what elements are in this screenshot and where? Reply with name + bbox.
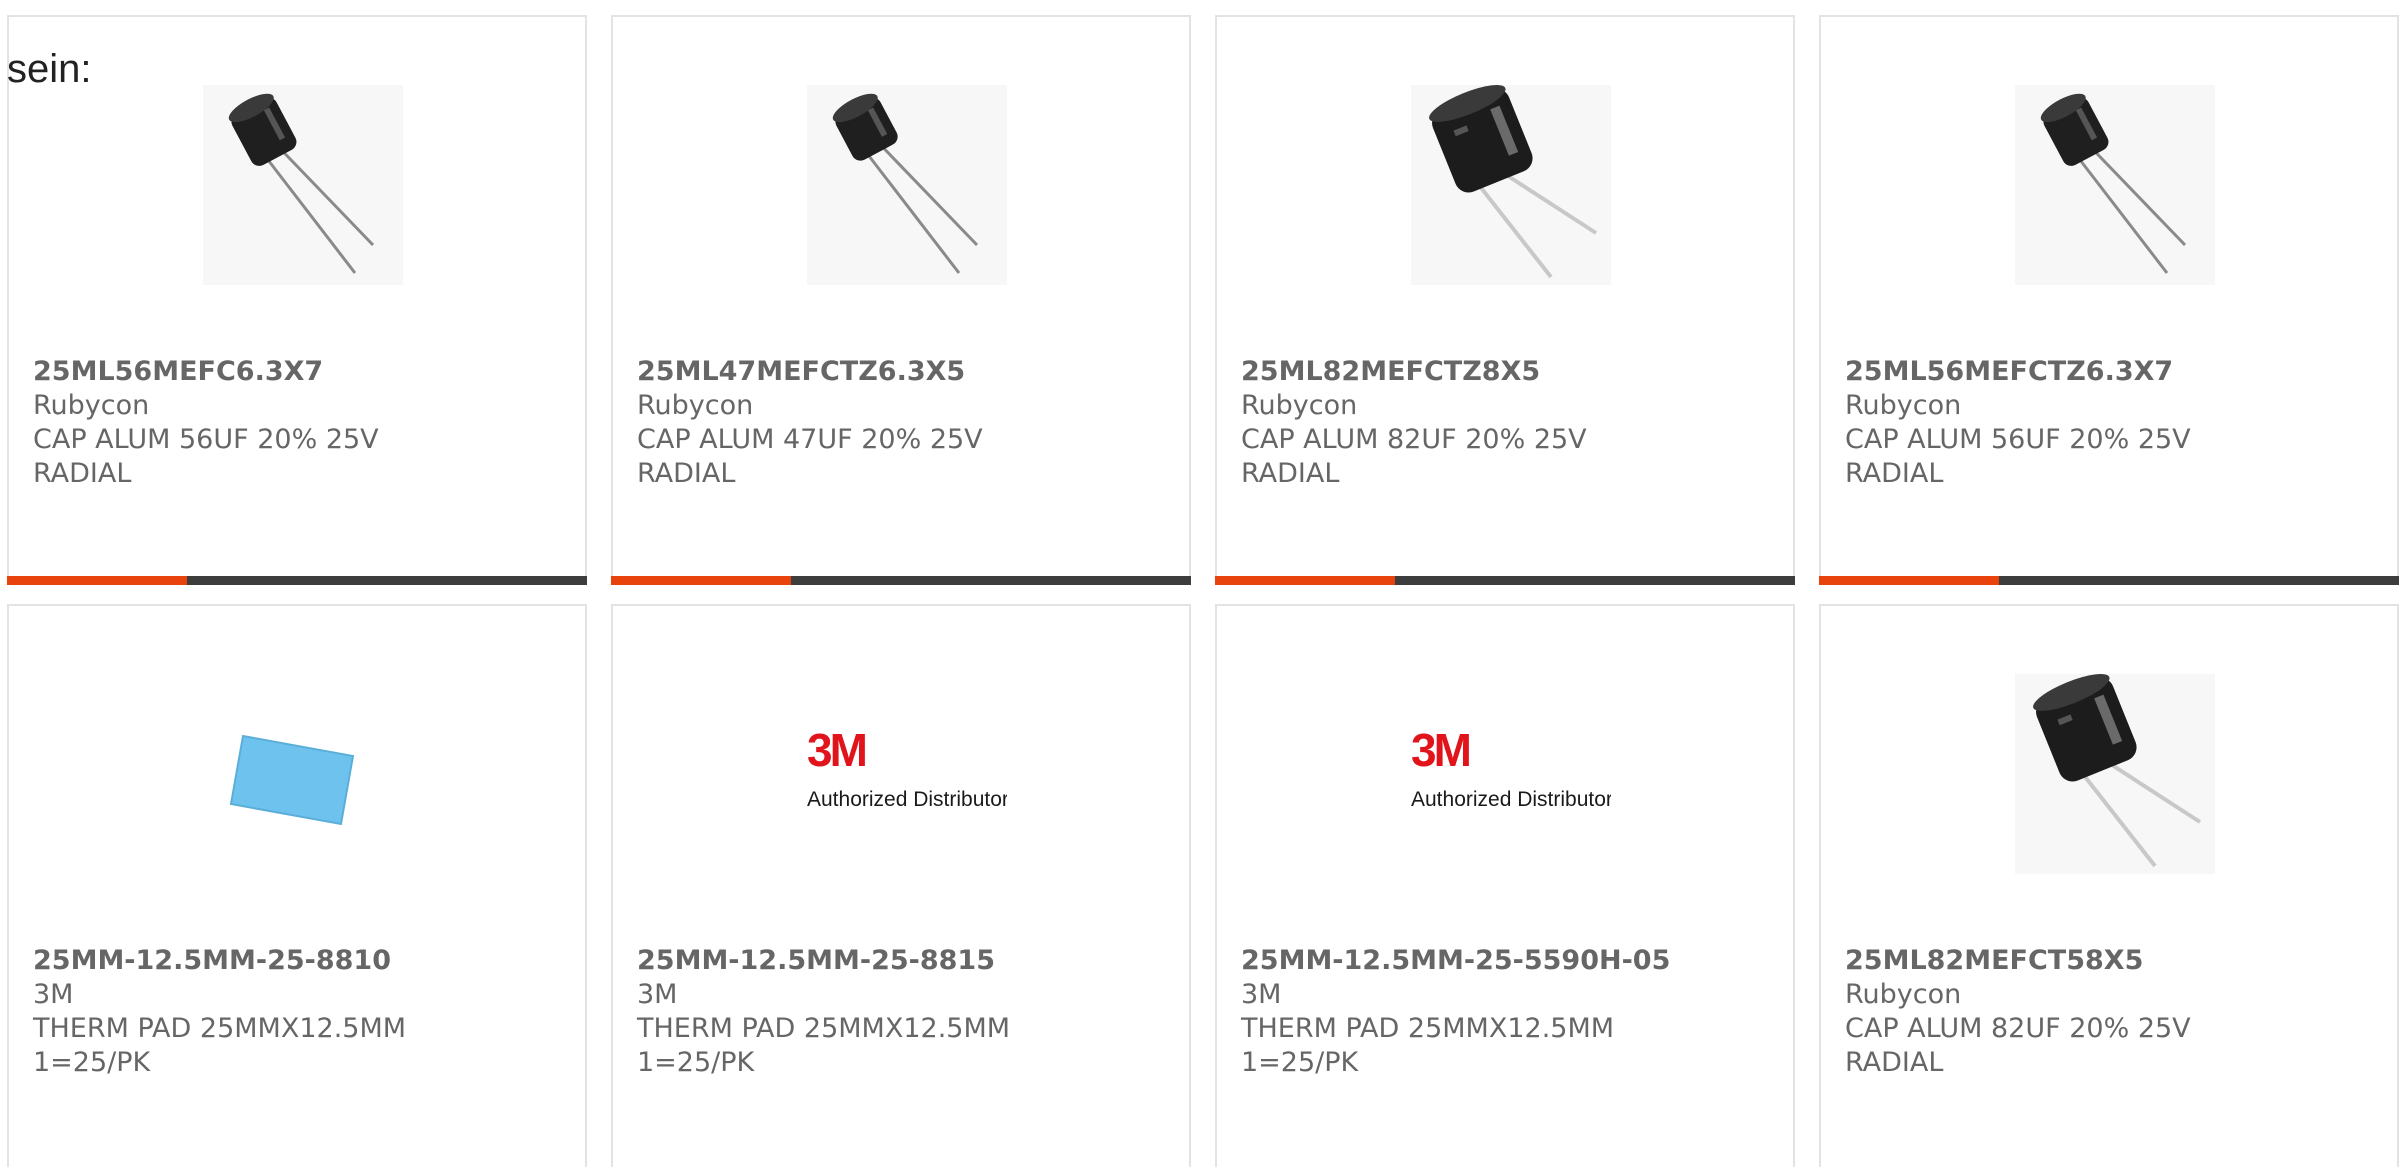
svg-text:Authorized Distributor: Authorized Distributor — [1411, 788, 1611, 811]
part-number-link[interactable]: 25ML82MEFCTZ8X5 — [1241, 355, 1773, 389]
description-line-2: RADIAL — [1241, 458, 1340, 489]
description-line-2: RADIAL — [1845, 458, 1944, 489]
description-line-1: THERM PAD 25MMX12.5MM — [637, 1013, 1011, 1044]
product-info: 25MM-12.5MM-25-8810 3M THERM PAD 25MMX12… — [33, 944, 565, 1080]
description-line-1: THERM PAD 25MMX12.5MM — [1241, 1013, 1615, 1044]
capacitor-large-icon — [2015, 674, 2215, 874]
product-card[interactable]: 25ML82MEFCT58X5 Rubycon CAP ALUM 82UF 20… — [1819, 604, 2399, 1167]
description-line-2: RADIAL — [637, 458, 736, 489]
product-card[interactable]: 25ML56MEFC6.3X7 Rubycon CAP ALUM 56UF 20… — [7, 15, 587, 585]
description-line-1: CAP ALUM 47UF 20% 25V — [637, 424, 983, 455]
progress-bar-fill — [7, 576, 187, 585]
thermal-pad-icon — [203, 674, 403, 874]
description-line-2: RADIAL — [1845, 1047, 1944, 1078]
progress-bar — [611, 576, 1191, 585]
manufacturer: 3M — [637, 979, 678, 1010]
description-line-1: CAP ALUM 56UF 20% 25V — [1845, 424, 2191, 455]
capacitor-large-icon — [1411, 85, 1611, 285]
progress-bar — [1819, 576, 2399, 585]
3m-logo-icon: 3M Authorized Distributor — [807, 674, 1007, 874]
description-line-2: 1=25/PK — [1241, 1047, 1359, 1078]
manufacturer: Rubycon — [1845, 390, 1962, 421]
product-card[interactable]: 25MM-12.5MM-25-8810 3M THERM PAD 25MMX12… — [7, 604, 587, 1167]
product-card[interactable]: 3M Authorized Distributor 25MM-12.5MM-25… — [611, 604, 1191, 1167]
intro-text: sein: — [7, 47, 92, 91]
progress-bar-fill — [611, 576, 791, 585]
svg-text:3M: 3M — [807, 724, 866, 776]
description-line-1: CAP ALUM 82UF 20% 25V — [1241, 424, 1587, 455]
capacitor-small-icon — [2015, 85, 2215, 285]
product-info: 25ML82MEFCT58X5 Rubycon CAP ALUM 82UF 20… — [1845, 944, 2377, 1080]
description-line-2: 1=25/PK — [637, 1047, 755, 1078]
part-number-link[interactable]: 25ML82MEFCT58X5 — [1845, 944, 2377, 978]
progress-bar — [7, 576, 587, 585]
part-number-link[interactable]: 25ML56MEFC6.3X7 — [33, 355, 565, 389]
part-number-link[interactable]: 25ML47MEFCTZ6.3X5 — [637, 355, 1169, 389]
part-number-link[interactable]: 25ML56MEFCTZ6.3X7 — [1845, 355, 2377, 389]
product-info: 25MM-12.5MM-25-8815 3M THERM PAD 25MMX12… — [637, 944, 1169, 1080]
description-line-1: CAP ALUM 56UF 20% 25V — [33, 424, 379, 455]
capacitor-small-icon — [203, 85, 403, 285]
capacitor-small-icon — [807, 85, 1007, 285]
page: 25ML56MEFC6.3X7 Rubycon CAP ALUM 56UF 20… — [0, 0, 2400, 1167]
progress-bar-fill — [1215, 576, 1395, 585]
product-info: 25ML82MEFCTZ8X5 Rubycon CAP ALUM 82UF 20… — [1241, 355, 1773, 491]
manufacturer: Rubycon — [33, 390, 150, 421]
manufacturer: 3M — [1241, 979, 1282, 1010]
part-number-link[interactable]: 25MM-12.5MM-25-8815 — [637, 944, 1169, 978]
product-info: 25ML56MEFC6.3X7 Rubycon CAP ALUM 56UF 20… — [33, 355, 565, 491]
product-card[interactable]: 25ML82MEFCTZ8X5 Rubycon CAP ALUM 82UF 20… — [1215, 15, 1795, 585]
3m-logo-icon: 3M Authorized Distributor — [1411, 674, 1611, 874]
manufacturer: Rubycon — [1241, 390, 1358, 421]
product-card[interactable]: 25ML47MEFCTZ6.3X5 Rubycon CAP ALUM 47UF … — [611, 15, 1191, 585]
manufacturer: Rubycon — [637, 390, 754, 421]
description-line-1: CAP ALUM 82UF 20% 25V — [1845, 1013, 2191, 1044]
product-info: 25MM-12.5MM-25-5590H-05 3M THERM PAD 25M… — [1241, 944, 1773, 1080]
part-number-link[interactable]: 25MM-12.5MM-25-8810 — [33, 944, 565, 978]
description-line-1: THERM PAD 25MMX12.5MM — [33, 1013, 407, 1044]
product-grid: 25ML56MEFC6.3X7 Rubycon CAP ALUM 56UF 20… — [0, 0, 2400, 1167]
part-number-link[interactable]: 25MM-12.5MM-25-5590H-05 — [1241, 944, 1773, 978]
progress-bar-fill — [1819, 576, 1999, 585]
svg-text:3M: 3M — [1411, 724, 1470, 776]
progress-bar — [1215, 576, 1795, 585]
product-card[interactable]: 3M Authorized Distributor 25MM-12.5MM-25… — [1215, 604, 1795, 1167]
description-line-2: RADIAL — [33, 458, 132, 489]
description-line-2: 1=25/PK — [33, 1047, 151, 1078]
manufacturer: Rubycon — [1845, 979, 1962, 1010]
product-info: 25ML56MEFCTZ6.3X7 Rubycon CAP ALUM 56UF … — [1845, 355, 2377, 491]
product-card[interactable]: 25ML56MEFCTZ6.3X7 Rubycon CAP ALUM 56UF … — [1819, 15, 2399, 585]
svg-text:Authorized Distributor: Authorized Distributor — [807, 788, 1007, 811]
product-info: 25ML47MEFCTZ6.3X5 Rubycon CAP ALUM 47UF … — [637, 355, 1169, 491]
manufacturer: 3M — [33, 979, 74, 1010]
